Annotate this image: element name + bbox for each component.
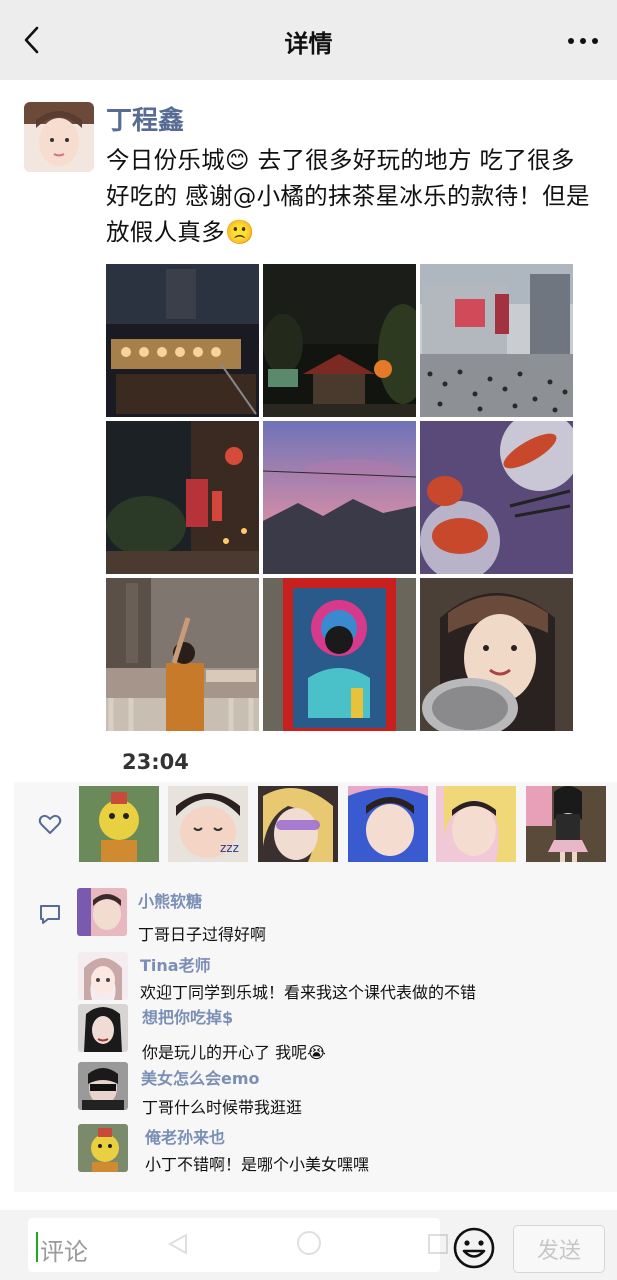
commenter-avatar[interactable]	[78, 1124, 128, 1172]
liker-avatar[interactable]	[258, 786, 338, 862]
heart-icon	[38, 814, 62, 834]
commenter-name[interactable]: 小熊软糖	[138, 888, 202, 912]
text-cursor	[36, 1232, 38, 1262]
photo-red-lantern-street[interactable]	[106, 421, 259, 574]
top-bar: 详情	[0, 0, 617, 80]
photo-river-night[interactable]	[106, 578, 259, 731]
comment-text[interactable]: 欢迎丁同学到乐城！看来我这个课代表做的不错	[140, 979, 476, 1003]
liker-avatar[interactable]	[526, 786, 606, 862]
comment-text[interactable]: 丁哥日子过得好啊	[138, 921, 266, 945]
photo-night-market[interactable]	[106, 264, 259, 417]
commenter-avatar[interactable]	[78, 1062, 128, 1110]
author-avatar[interactable]	[24, 102, 94, 172]
comment-text[interactable]: 丁哥什么时候带我逛逛	[142, 1094, 302, 1118]
liker-avatar[interactable]	[436, 786, 516, 862]
send-button[interactable]: 发送	[513, 1225, 605, 1273]
commenter-avatar[interactable]	[78, 952, 128, 1000]
liker-avatar[interactable]: zzz	[168, 786, 248, 862]
comment-input-placeholder: 评论	[40, 1238, 88, 1266]
commenter-avatar[interactable]	[78, 1004, 128, 1052]
commenter-name[interactable]: 美女怎么会emo	[141, 1065, 260, 1089]
more-dots-icon	[568, 38, 598, 44]
more-options-button[interactable]	[563, 24, 603, 58]
commenter-name[interactable]: 想把你吃掉$	[142, 1004, 233, 1028]
photo-night-temple[interactable]	[263, 264, 416, 417]
commenter-name[interactable]: 俺老孙来也	[145, 1124, 225, 1148]
author-name[interactable]: 丁程鑫	[106, 100, 184, 137]
svg-text:zzz: zzz	[220, 841, 239, 855]
liker-avatar[interactable]	[348, 786, 428, 862]
photo-selfie-bowl[interactable]	[420, 578, 573, 731]
comment-input[interactable]	[28, 1218, 440, 1272]
nav-recents-square-icon	[428, 1234, 448, 1254]
liker-avatar[interactable]	[79, 786, 159, 862]
post-text: 今日份乐城😊 去了很多好玩的地方 吃了很多好吃的 感谢@小橘的抹茶星冰乐的款待！…	[106, 146, 590, 246]
nav-home-circle-icon	[297, 1231, 321, 1255]
page-title: 详情	[284, 30, 333, 58]
photo-opera-mask[interactable]	[263, 578, 416, 731]
photo-bbq-skewers[interactable]	[420, 421, 573, 574]
comment-text[interactable]: 小丁不错啊！是哪个小美女嘿嘿	[145, 1151, 369, 1175]
commenter-name[interactable]: Tina老师	[140, 952, 211, 976]
photo-sunset-mountains[interactable]	[263, 421, 416, 574]
emoji-icon[interactable]	[452, 1226, 496, 1270]
photo-grid	[106, 264, 574, 731]
commenter-avatar[interactable]	[77, 888, 127, 936]
post-timestamp: 23:04	[122, 750, 189, 774]
comment-text[interactable]: 你是玩儿的开心了 我呢😭	[142, 1039, 326, 1063]
photo-city-crowd[interactable]	[420, 264, 573, 417]
nav-back-triangle-icon	[167, 1233, 187, 1255]
comment-bubble-icon	[40, 905, 60, 924]
